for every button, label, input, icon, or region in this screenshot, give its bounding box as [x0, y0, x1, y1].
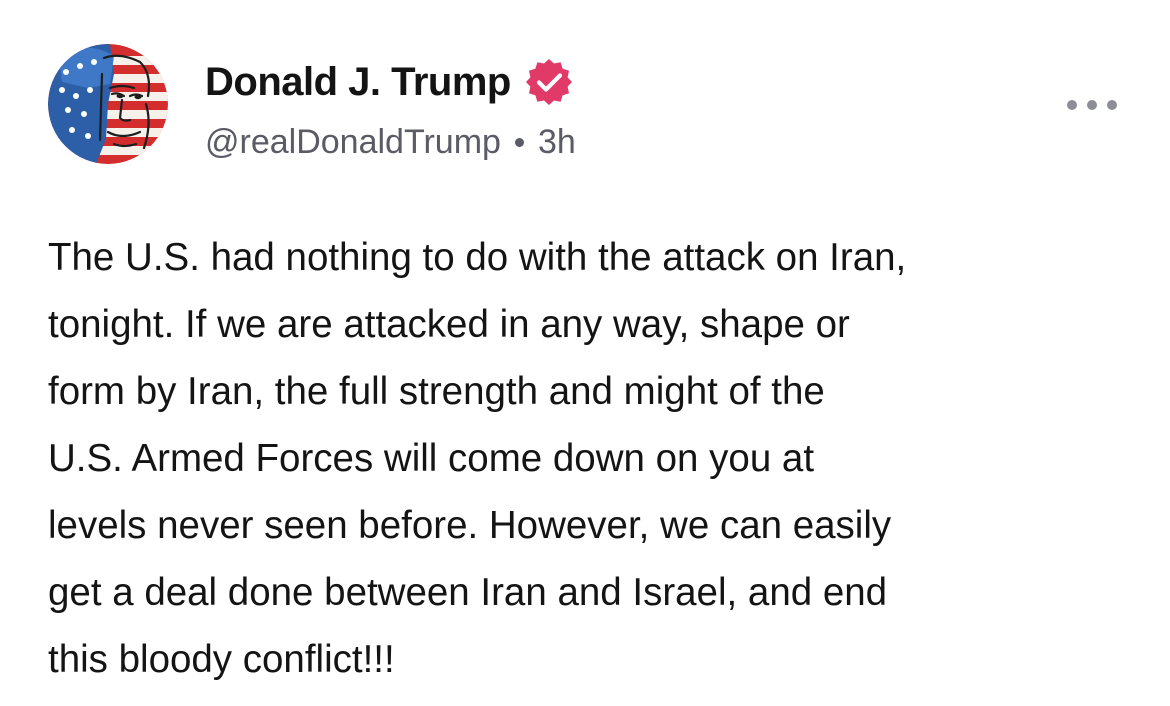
author-display-name[interactable]: Donald J. Trump	[205, 60, 511, 105]
post-text-line: U.S. Armed Forces will come down on you …	[48, 437, 815, 480]
author-handle[interactable]: @realDonaldTrump	[205, 123, 501, 162]
post-text-line: The U.S. had nothing to do with the atta…	[48, 236, 907, 279]
post-text-line: levels never seen before. However, we ca…	[48, 504, 892, 547]
post-card: Donald J. Trump @realDonaldTrump 3h The …	[0, 0, 1170, 706]
avatar-image	[48, 44, 168, 164]
post-text-line: form by Iran, the full strength and migh…	[48, 370, 825, 413]
separator-dot	[514, 137, 524, 147]
more-horizontal-icon	[1087, 100, 1097, 110]
post-text-line: get a deal done between Iran and Israel,…	[48, 571, 888, 614]
post-text-line: this bloody conflict!!!	[48, 638, 395, 681]
post-timestamp[interactable]: 3h	[538, 123, 576, 162]
post-text: The U.S. had nothing to do with the atta…	[48, 224, 1138, 693]
post-text-line: tonight. If we are attacked in any way, …	[48, 303, 850, 346]
more-horizontal-icon	[1067, 100, 1077, 110]
author-meta-row: @realDonaldTrump 3h	[205, 120, 576, 164]
author-name-row: Donald J. Trump	[205, 56, 575, 108]
more-options-button[interactable]	[1063, 88, 1121, 122]
more-horizontal-icon	[1107, 100, 1117, 110]
author-avatar[interactable]	[48, 44, 168, 164]
verified-badge-icon	[523, 56, 575, 108]
